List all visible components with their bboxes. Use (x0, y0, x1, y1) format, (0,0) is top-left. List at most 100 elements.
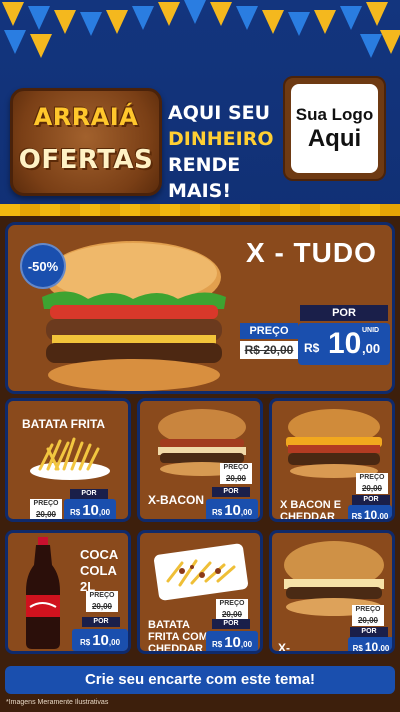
cta-banner[interactable]: Crie seu encarte com este tema! (5, 666, 395, 694)
brand-logo-line-2: Aqui (307, 124, 362, 152)
new-price: R$ 10 ,00 UNID (298, 323, 390, 365)
bunting-flag (2, 2, 24, 26)
bunting-flag (262, 10, 284, 34)
price-cents: ,00 (240, 508, 253, 517)
product-card-batata-frita[interactable]: BATATA FRITA POR PREÇO 20,00 R$ 10 ,00 (5, 398, 131, 522)
new-price: R$ 10 ,00 (64, 499, 116, 519)
price-cents: ,00 (378, 644, 390, 653)
bunting-flag (54, 10, 76, 34)
por-label: POR (212, 619, 250, 629)
product-name: X-BURGUER (278, 641, 290, 654)
new-price: R$ 10 ,00 (348, 637, 392, 654)
new-price: R$ 10 ,00 (206, 499, 258, 519)
disclaimer: *Imagens Meramente Ilustrativas (6, 699, 109, 706)
new-price: R$ 10 ,00 (72, 629, 128, 651)
currency-symbol: R$ (79, 638, 91, 647)
currency-symbol: R$ (211, 508, 223, 517)
new-price: R$ 10 ,00 (348, 505, 392, 522)
old-price: 20,00 (356, 483, 388, 494)
bunting-flag (366, 2, 388, 26)
por-label: POR (82, 617, 120, 627)
product-card-x-burguer[interactable]: PREÇO 20,00 POR R$ 10 ,00 X-BURGUER (269, 530, 395, 654)
price-cents: ,00 (98, 508, 111, 517)
currency-symbol: R$ (69, 508, 81, 517)
old-price: 20,00 (220, 473, 252, 484)
old-price-label: PREÇO (216, 599, 248, 609)
price-integer: 10 (224, 502, 241, 519)
logo-line-1: ARRAIÁ (33, 103, 139, 131)
price-integer: 10 (363, 508, 378, 522)
festival-bunting (0, 0, 400, 60)
product-name: X BACON E CHEDDAR (280, 499, 342, 522)
price-cents: ,00 (240, 640, 253, 649)
bunting-flag (380, 30, 400, 54)
old-price-label: PREÇO (352, 605, 384, 615)
fries-cheddar-image (154, 543, 248, 601)
old-price-label: PREÇO (240, 323, 298, 339)
product-card-x-bacon-cheddar[interactable]: X BACON E CHEDDAR PREÇO 20,00 POR R$ 10 … (269, 398, 395, 522)
price-integer: 10 (224, 634, 241, 651)
por-label: POR (352, 495, 390, 505)
bunting-flag (4, 30, 26, 54)
featured-product-card[interactable]: -50% X - TUDO PREÇO R$ 20,00 POR R$ 10 ,… (5, 222, 395, 394)
product-card-coca-cola[interactable]: COCA COLA 2L PREÇO 20,00 POR R$ 10 ,00 (5, 530, 131, 654)
old-price: 20,00 (352, 615, 384, 626)
coca-cola-bottle-image (26, 537, 60, 649)
price-cents: ,00 (362, 341, 381, 356)
price-integer: 10 (328, 327, 362, 360)
header: ARRAIÁ OFERTAS AQUI SEU DINHEIRO RENDE M… (0, 58, 400, 208)
old-price-label: PREÇO (356, 473, 388, 483)
por-label: POR (350, 627, 388, 637)
slogan-line-1: AQUI SEU (168, 102, 271, 124)
bunting-flag (132, 6, 154, 30)
slogan: AQUI SEU DINHEIRO RENDE MAIS! (168, 100, 286, 204)
bunting-flag (360, 34, 382, 58)
old-price: R$ 20,00 (240, 341, 298, 359)
product-title: X - TUDO (246, 237, 377, 268)
currency-symbol: R$ (211, 640, 223, 649)
bunting-flag (106, 10, 128, 34)
old-price-label: PREÇO (86, 591, 118, 601)
bunting-flag (236, 6, 258, 30)
product-card-batata-cheddar[interactable]: BATATA FRITA COM CHEDDAR PREÇO 20,00 POR… (137, 530, 263, 654)
product-name: X-BACON (148, 493, 204, 507)
currency-symbol: R$ (351, 512, 362, 521)
slogan-line-3: RENDE MAIS! (168, 154, 241, 202)
por-label: POR (300, 305, 388, 321)
logo-line-2: OFERTAS (18, 145, 154, 175)
slogan-line-2: DINHEIRO (168, 128, 274, 150)
bunting-flag (288, 12, 310, 36)
currency-symbol: R$ (352, 644, 363, 653)
bunting-flag (28, 6, 50, 30)
price-integer: 10 (82, 502, 99, 519)
x-bacon-cheddar-burger-image (286, 409, 382, 478)
discount-badge: -50% (20, 243, 66, 289)
brand-logo-inner: Sua Logo Aqui (291, 84, 378, 173)
currency-symbol: R$ (304, 341, 320, 355)
arraia-ofertas-logo: ARRAIÁ OFERTAS (10, 88, 162, 196)
product-card-x-bacon[interactable]: X-BACON PREÇO 20,00 POR R$ 10 ,00 (137, 398, 263, 522)
bunting-flag (314, 10, 336, 34)
bunting-flag (158, 2, 180, 26)
bunting-flag (184, 0, 206, 24)
por-label: POR (212, 487, 250, 497)
old-price-label: PREÇO (30, 499, 62, 509)
fries-image (30, 437, 110, 480)
flyer-page: ARRAIÁ OFERTAS AQUI SEU DINHEIRO RENDE M… (0, 0, 400, 712)
price-cents: ,00 (377, 512, 389, 521)
bunting-flag (340, 6, 362, 30)
product-name: BATATA FRITA (22, 417, 106, 431)
old-price: 20,00 (86, 601, 118, 612)
product-name: COCA COLA 2L (80, 547, 118, 594)
old-price: 20,00 (30, 509, 62, 519)
bunting-flag (80, 12, 102, 36)
price-cents: ,00 (108, 638, 121, 647)
price-unit: UNID (362, 327, 380, 334)
old-price-label: PREÇO (220, 463, 252, 473)
bunting-flag (30, 34, 52, 58)
price-integer: 10 (364, 640, 379, 654)
por-label: POR (70, 489, 108, 499)
price-integer: 10 (92, 632, 109, 649)
brand-logo-placeholder: Sua Logo Aqui (283, 76, 386, 181)
brand-logo-line-1: Sua Logo (295, 104, 374, 124)
